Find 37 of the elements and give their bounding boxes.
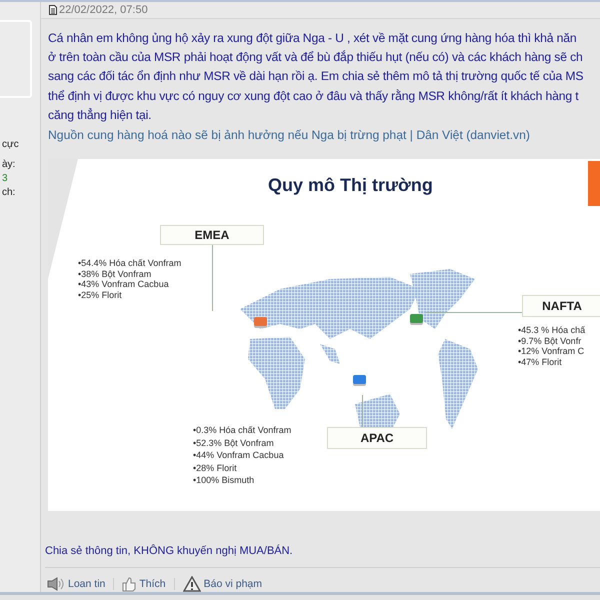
region-stat: •44% Vonfram Cacbua bbox=[193, 449, 285, 462]
post-text-line: căng thẳng hiện tại. bbox=[48, 107, 152, 124]
action-link[interactable]: Thích bbox=[122, 576, 166, 592]
region-label: NAFTA bbox=[522, 295, 600, 317]
region-stat: •54.4% Hóa chất Vonfram bbox=[78, 258, 182, 268]
region-stat: •28% Florit bbox=[193, 462, 238, 474]
region-stat: •100% Bismuth bbox=[193, 474, 256, 486]
action-link[interactable]: Loan tin bbox=[47, 577, 106, 591]
post-text-line: thể định vị được khu vực có nguy cơ xung đột cao ở đâu và thấy rằng MSR không/rất ít khách hàng t bbox=[48, 88, 578, 105]
source-link[interactable]: Nguồn cung hàng hoá nào sẽ bị ảnh hưởng nếu Nga bị trừng phạt | Dân Việt (danviet.vn) bbox=[48, 126, 530, 145]
signature-text: Chia sẻ thông tin, KHÔNG khuyến nghị MUA/BÁN. bbox=[45, 545, 600, 568]
thumbs-up-icon bbox=[122, 576, 136, 592]
leader-line bbox=[212, 245, 213, 311]
post-text-line: sang các đối tác ổn định như MSR về dài hạn rồi ạ. Em chia sẻ thêm mô tả thị trường quốc tế của MS bbox=[48, 68, 584, 86]
document-icon bbox=[49, 4, 57, 15]
region-stat: •47% Florit bbox=[518, 356, 563, 367]
speaker-icon bbox=[47, 577, 65, 591]
post-text-line: ở trên toàn cầu của MSR phải hoạt động vất và để bù đắp thiếu hụt (nếu có) và các khách hàng sẽ ch bbox=[48, 48, 583, 66]
region-stat: •12% Vonfram C bbox=[518, 346, 586, 356]
action-link[interactable]: Báo vi phạm bbox=[182, 576, 262, 592]
stat-label: ày: bbox=[2, 158, 16, 172]
region-label: EMEA bbox=[160, 225, 264, 245]
stat-value: 3 bbox=[2, 172, 8, 186]
stat-label: cực bbox=[2, 138, 19, 152]
region-label: APAC bbox=[327, 427, 427, 449]
post-text-line: Cá nhân em không ủng hộ xảy ra xung đột giữa Nga - U , xét về mặt cung ứng hàng hóa thì khả năn bbox=[48, 30, 577, 47]
leader-line bbox=[362, 395, 363, 427]
region-stat: •45.3 % Hóa chấ bbox=[518, 325, 586, 336]
post-timestamp: 22/02/2022, 07:50 bbox=[59, 4, 148, 16]
region-stat: •0.3% Hóa chất Vonfram bbox=[193, 424, 292, 436]
region-stat: •25% Florit bbox=[78, 290, 123, 300]
region-stat: •9.7% Bột Vonfr bbox=[518, 336, 582, 346]
region-stat: •43% Vonfram Cacbua bbox=[78, 279, 170, 290]
slide-title: Quy mô Thị trường bbox=[268, 175, 433, 196]
region-stat: •52.3% Bột Vonfram bbox=[193, 436, 275, 449]
region-stat: •38% Bột Vonfram bbox=[78, 268, 152, 279]
stat-label: ch: bbox=[2, 186, 16, 200]
